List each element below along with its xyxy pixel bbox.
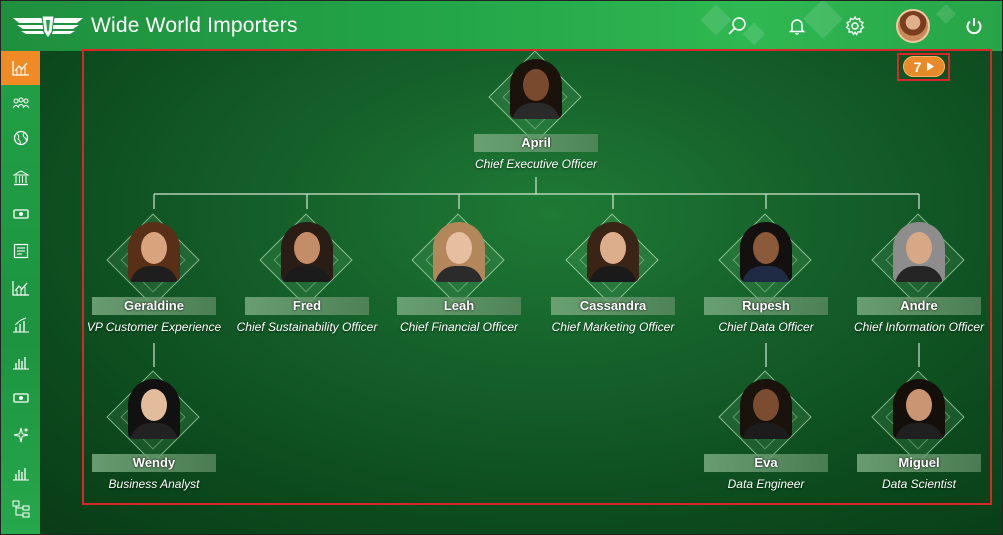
- play-icon: [927, 62, 935, 71]
- people-count: 7: [913, 58, 922, 75]
- app-window: Wide World Importers April Chief Executi…: [0, 0, 1003, 535]
- org-chart-highlight: [82, 49, 992, 505]
- people-count-button[interactable]: 7: [903, 56, 945, 77]
